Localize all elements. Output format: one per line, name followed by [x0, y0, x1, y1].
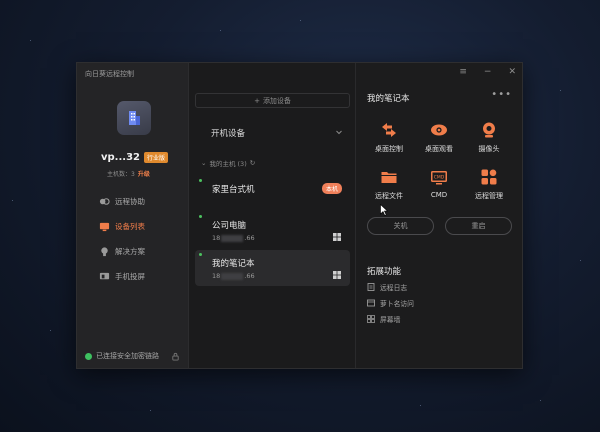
sidebar-item-label: 设备列表: [115, 221, 145, 231]
device-name: vp...32: [101, 152, 140, 163]
minimize-icon[interactable]: −: [484, 67, 492, 77]
shutdown-button[interactable]: 关机: [367, 217, 434, 235]
extensions-list: 远程日志 萝卜名访问 屏幕墙: [367, 282, 414, 324]
device-list-icon: [99, 222, 110, 231]
this-pc-badge: 本机: [321, 183, 342, 194]
window-controls: ≡ − ✕: [459, 67, 516, 77]
app-title: 向日葵远程控制: [85, 70, 134, 78]
domain-access-icon: [367, 299, 375, 307]
desktop-control-button[interactable]: 桌面控制: [364, 121, 414, 154]
host-count-row: 主机数：3 升级: [107, 169, 150, 178]
host-name: 公司电脑: [212, 221, 247, 231]
sidebar-item-label: 解决方案: [115, 246, 145, 256]
remote-file-icon: [381, 172, 397, 183]
chevron-down-icon[interactable]: [335, 128, 343, 136]
remote-manage-button[interactable]: 远程管理: [464, 168, 514, 201]
cmd-icon: CMD: [431, 171, 447, 185]
host-ip: 18.66: [212, 272, 255, 280]
svg-text:CMD: CMD: [434, 175, 445, 181]
device-title: 我的笔记本: [367, 94, 410, 104]
ip-redacted: [221, 234, 244, 242]
ext-label: 远程日志: [380, 284, 408, 292]
plus-icon: +: [254, 96, 260, 105]
refresh-icon[interactable]: ↻: [250, 159, 255, 167]
screen-cast-icon: [99, 272, 110, 279]
host-name: 我的笔记本: [212, 259, 255, 269]
app-window: 向日葵远程控制 vp...32 行业版 主机数：3 升级 远程协助 设备列表 解…: [76, 62, 523, 369]
function-label: CMD: [430, 191, 448, 199]
camera-icon: [483, 122, 495, 138]
desktop-view-button[interactable]: 桌面观看: [414, 121, 464, 154]
ext-label: 屏幕墙: [380, 316, 401, 324]
sidebar: 向日葵远程控制 vp...32 行业版 主机数：3 升级 远程协助 设备列表 解…: [77, 63, 189, 368]
desktop-control-icon: [382, 123, 396, 137]
function-label: 桌面控制: [375, 145, 403, 153]
host-item[interactable]: 家里台式机 本机: [195, 176, 350, 212]
solution-icon: [101, 246, 108, 256]
my-hosts-label: 我的主机 (3): [209, 160, 247, 168]
secure-text: 已连接安全加密链路: [96, 352, 159, 360]
ip-suffix: .66: [244, 234, 255, 242]
ext-item-remote-log[interactable]: 远程日志: [367, 282, 414, 292]
sidebar-item-screen-cast[interactable]: 手机投屏: [99, 270, 145, 282]
function-label: 远程管理: [475, 192, 503, 200]
screen-wall-icon: [367, 315, 375, 323]
mouse-cursor-icon: [380, 204, 388, 216]
close-icon[interactable]: ✕: [508, 67, 516, 77]
more-icon[interactable]: •••: [491, 89, 512, 100]
device-avatar[interactable]: [117, 101, 151, 135]
sidebar-item-device-list[interactable]: 设备列表: [99, 220, 145, 232]
online-dot: [199, 253, 202, 256]
sidebar-item-label: 远程协助: [115, 196, 145, 206]
sidebar-item-label: 手机投屏: [115, 271, 145, 281]
menu-icon[interactable]: ≡: [459, 67, 467, 77]
function-label: 远程文件: [375, 192, 403, 200]
extensions-title: 拓展功能: [367, 267, 402, 277]
building-icon: [129, 111, 140, 125]
function-label: 桌面观看: [425, 145, 453, 153]
host-item[interactable]: 公司电脑 18.66: [195, 212, 350, 248]
host-count: 主机数：3: [107, 171, 135, 178]
remote-file-button[interactable]: 远程文件: [364, 168, 414, 201]
ip-redacted: [221, 272, 244, 280]
account-row: vp...32 行业版: [101, 152, 169, 163]
camera-button[interactable]: 摄像头: [464, 121, 514, 154]
my-hosts-header[interactable]: ⌄ 我的主机 (3) ↻: [201, 158, 255, 168]
online-dot: [199, 215, 202, 218]
sidebar-nav: 远程协助 设备列表 解决方案 手机投屏: [99, 195, 145, 282]
sidebar-item-remote-assist[interactable]: 远程协助: [99, 195, 145, 207]
boot-devices-header[interactable]: 开机设备: [211, 127, 245, 139]
ip-prefix: 18: [212, 272, 221, 280]
restart-button[interactable]: 重启: [445, 217, 512, 235]
upgrade-link[interactable]: 升级: [138, 169, 150, 178]
ext-label: 萝卜名访问: [380, 300, 414, 308]
windows-icon: [333, 271, 341, 279]
cmd-button[interactable]: CMD CMD: [414, 168, 464, 201]
plan-badge: 行业版: [144, 152, 169, 163]
ext-item-domain-access[interactable]: 萝卜名访问: [367, 298, 414, 308]
host-item-selected[interactable]: 我的笔记本 18.66: [195, 250, 350, 286]
lock-icon[interactable]: [171, 352, 180, 361]
device-list-panel: + 添加设备 开机设备 ⌄ 我的主机 (3) ↻ 家里台式机 本机 公司电脑 1…: [189, 63, 356, 368]
secure-status: 已连接安全加密链路: [85, 351, 159, 361]
function-grid: 桌面控制 桌面观看 摄像头 远程文件 CMD CMD 远程管理: [364, 121, 514, 201]
sidebar-item-solution[interactable]: 解决方案: [99, 245, 145, 257]
ext-item-screen-wall[interactable]: 屏幕墙: [367, 314, 414, 324]
function-label: 摄像头: [478, 145, 500, 153]
log-icon: [367, 283, 375, 291]
host-name: 家里台式机: [212, 185, 255, 195]
online-dot: [199, 179, 202, 182]
status-dot: [85, 352, 92, 360]
remote-assist-icon: [99, 197, 110, 205]
ip-suffix: .66: [244, 272, 255, 280]
desktop-view-icon: [431, 124, 447, 136]
windows-icon: [333, 233, 341, 241]
ip-prefix: 18: [212, 234, 221, 242]
chevron-down-icon: ⌄: [201, 159, 207, 167]
add-device-button[interactable]: + 添加设备: [195, 93, 350, 108]
add-device-label: 添加设备: [262, 96, 291, 105]
host-ip: 18.66: [212, 234, 255, 242]
remote-manage-icon: [481, 169, 497, 185]
